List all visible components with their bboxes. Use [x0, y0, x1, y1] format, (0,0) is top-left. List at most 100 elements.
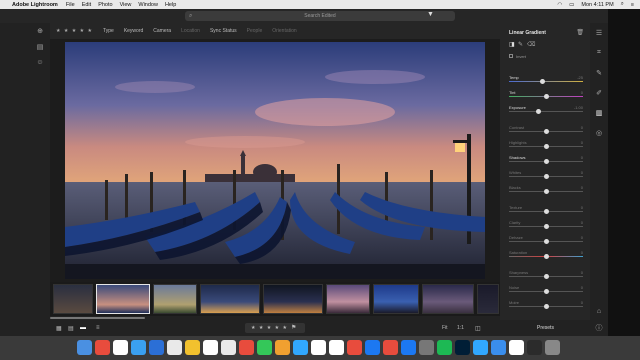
square-grid-icon[interactable]: ▦	[56, 325, 62, 332]
dock-app-icon[interactable]	[329, 340, 344, 355]
dock-app-icon[interactable]	[455, 340, 470, 355]
dock-app-icon[interactable]	[293, 340, 308, 355]
filter-people[interactable]: People	[247, 28, 263, 34]
slider-knob[interactable]	[536, 109, 542, 114]
tag-icon[interactable]: ⌂	[594, 308, 604, 318]
dock-app-icon[interactable]	[239, 340, 254, 355]
sort-icon[interactable]: ≡	[96, 325, 100, 331]
menu-help[interactable]: Help	[165, 2, 176, 8]
healing-brush-icon[interactable]: ✎	[594, 69, 604, 79]
slider-value[interactable]: 0	[581, 140, 583, 145]
edit-sliders-icon[interactable]: ☰	[594, 29, 604, 39]
add-photos-icon[interactable]: ⊕	[36, 27, 44, 35]
dock-app-icon[interactable]	[491, 340, 506, 355]
filmstrip-thumb-selected[interactable]	[96, 284, 150, 314]
slider-track[interactable]	[509, 81, 583, 82]
slider-value[interactable]: 0	[581, 155, 583, 160]
dock-app-icon[interactable]	[419, 340, 434, 355]
brush-add-icon[interactable]: ✎	[518, 41, 523, 48]
slider-track[interactable]	[509, 111, 583, 112]
slider-knob[interactable]	[543, 159, 549, 164]
battery-icon[interactable]: ▭	[569, 2, 574, 8]
crop-icon[interactable]: ⌗	[594, 49, 604, 59]
slider-value[interactable]: 0	[581, 270, 583, 275]
slider-knob[interactable]	[543, 289, 549, 294]
filmstrip-thumb[interactable]	[373, 284, 419, 314]
slider-knob[interactable]	[543, 174, 549, 179]
clock[interactable]: Mon 4:11 PM	[581, 2, 613, 8]
filmstrip-thumb[interactable]	[326, 284, 370, 314]
erase-icon[interactable]: ⌫	[527, 41, 535, 48]
dock-app-icon[interactable]	[347, 340, 362, 355]
main-photo[interactable]	[65, 42, 485, 279]
menu-file[interactable]: File	[66, 2, 75, 8]
slider-knob[interactable]	[543, 274, 549, 279]
dock-app-icon[interactable]	[311, 340, 326, 355]
filter-type[interactable]: Type	[103, 28, 114, 34]
slider-knob[interactable]	[543, 209, 549, 214]
filmstrip-thumb[interactable]	[477, 284, 499, 314]
slider-value[interactable]: 0	[581, 205, 583, 210]
dock-app-icon[interactable]	[77, 340, 92, 355]
filter-orientation[interactable]: Orientation	[272, 28, 296, 34]
slider-value[interactable]: 0	[581, 185, 583, 190]
dock-app-icon[interactable]	[437, 340, 452, 355]
dock-app-icon[interactable]	[149, 340, 164, 355]
menu-edit[interactable]: Edit	[82, 2, 91, 8]
filmstrip-thumb[interactable]	[263, 284, 323, 314]
dock-app-icon[interactable]	[167, 340, 182, 355]
slider-value[interactable]: 0	[581, 235, 583, 240]
invert-checkbox[interactable]	[509, 54, 513, 58]
dock-app-icon[interactable]	[509, 340, 524, 355]
dock-app-icon[interactable]	[221, 340, 236, 355]
search-input[interactable]: ⌕ Search Edited	[185, 11, 455, 21]
fit-zoom[interactable]: Fit	[442, 325, 448, 331]
compare-icon[interactable]: ◫	[475, 325, 481, 332]
rating-filter[interactable]: ★ ★ ★ ★ ★	[56, 28, 93, 34]
filmstrip-scroll-thumb[interactable]	[50, 317, 145, 319]
people-icon[interactable]: ☺	[36, 59, 44, 67]
slider-knob[interactable]	[543, 239, 549, 244]
mask-add-icon[interactable]: ◨	[509, 41, 515, 48]
slider-knob[interactable]	[543, 189, 549, 194]
delete-icon[interactable]: 🗑	[576, 29, 584, 36]
dock-app-icon[interactable]	[131, 340, 146, 355]
filmstrip-thumb[interactable]	[200, 284, 260, 314]
slider-value[interactable]: -25	[577, 75, 583, 80]
photo-grid-icon[interactable]: ▤	[68, 325, 74, 332]
presets-button[interactable]: Presets	[537, 325, 554, 331]
slider-knob[interactable]	[543, 94, 549, 99]
dock-app-icon[interactable]	[401, 340, 416, 355]
slider-value[interactable]: 0	[581, 300, 583, 305]
menu-view[interactable]: View	[120, 2, 132, 8]
dock-app-icon[interactable]	[473, 340, 488, 355]
slider-knob[interactable]	[543, 224, 549, 229]
wifi-icon[interactable]: ◠	[557, 2, 562, 8]
dock-app-icon[interactable]	[275, 340, 290, 355]
slider-value[interactable]: -1.00	[574, 105, 583, 110]
flag-icon[interactable]: ⚑	[291, 324, 296, 331]
slider-value[interactable]: 0	[581, 220, 583, 225]
dock-app-icon[interactable]	[545, 340, 560, 355]
menu-list-icon[interactable]: ≡	[631, 2, 634, 8]
filter-keyword[interactable]: Keyword	[124, 28, 143, 34]
slider-value[interactable]: 0	[581, 285, 583, 290]
dock-app-icon[interactable]	[185, 340, 200, 355]
slider-knob[interactable]	[543, 254, 549, 259]
radial-gradient-icon[interactable]: ◎	[594, 129, 604, 139]
rating-stars[interactable]: ★ ★ ★ ★ ★	[251, 325, 288, 331]
slider-value[interactable]: 0	[581, 125, 583, 130]
dock-app-icon[interactable]	[95, 340, 110, 355]
slider-knob[interactable]	[543, 144, 549, 149]
slider-value[interactable]: 0	[581, 250, 583, 255]
brush-icon[interactable]: ✐	[594, 89, 604, 99]
menu-window[interactable]: Window	[138, 2, 158, 8]
slider-value[interactable]: 0	[581, 90, 583, 95]
dock-app-icon[interactable]	[365, 340, 380, 355]
library-icon[interactable]: ▤	[36, 43, 44, 51]
slider-knob[interactable]	[539, 79, 545, 84]
info-icon[interactable]: ⓘ	[594, 323, 604, 333]
slider-knob[interactable]	[543, 304, 549, 309]
slider-knob[interactable]	[543, 129, 549, 134]
filter-sync-status[interactable]: Sync Status	[210, 28, 237, 34]
